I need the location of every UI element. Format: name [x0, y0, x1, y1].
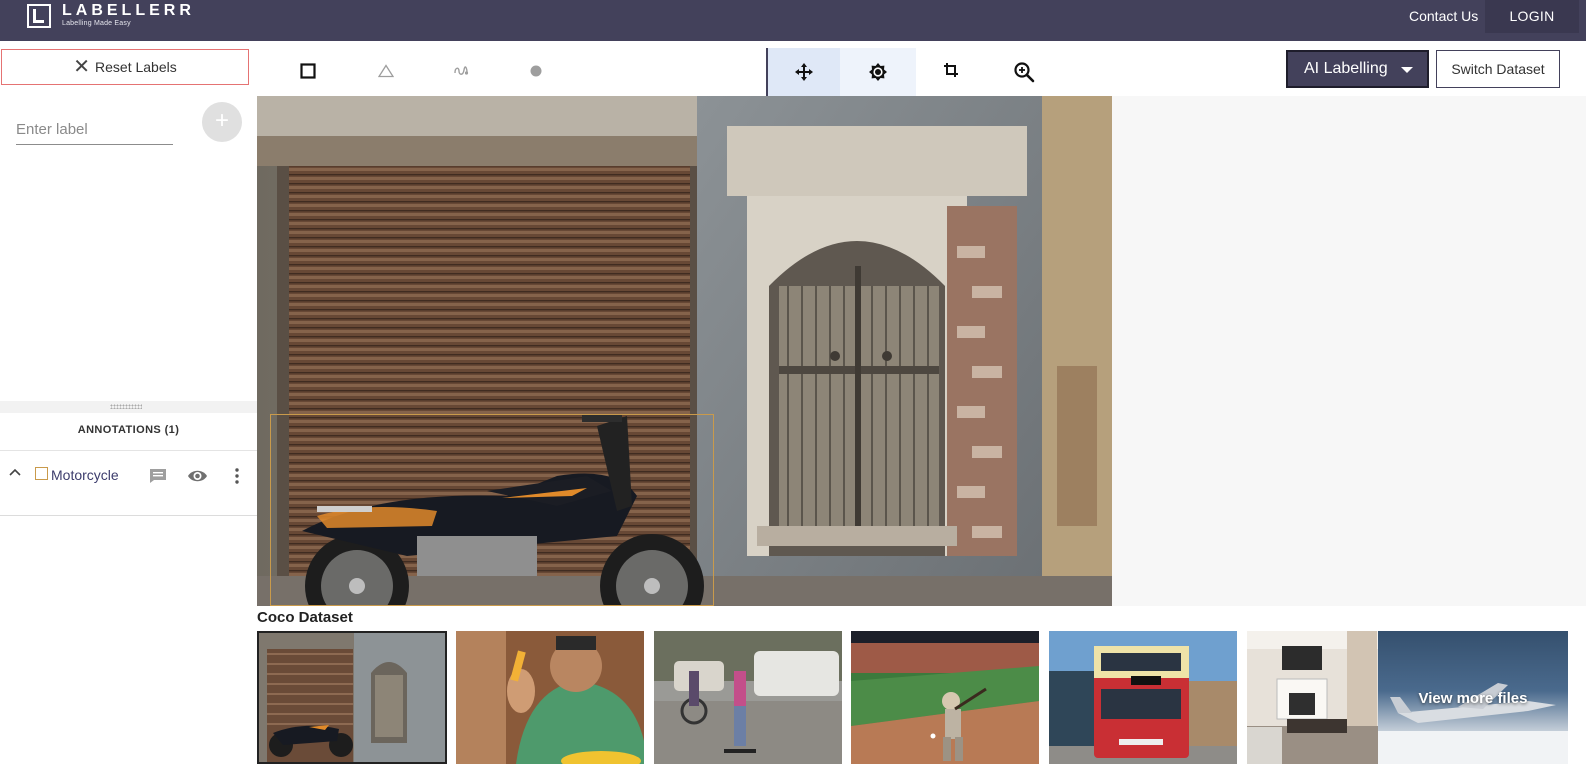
- brand-name: LABELLERR: [62, 2, 195, 19]
- ai-labelling-label: AI Labelling: [1304, 60, 1388, 77]
- ai-labelling-button[interactable]: AI Labelling: [1286, 50, 1429, 88]
- triangle-icon: [378, 64, 394, 78]
- zoom-tool[interactable]: [1006, 54, 1042, 90]
- reset-labels-label: Reset Labels: [95, 59, 177, 75]
- view-more-files-tile[interactable]: View more files: [1378, 631, 1568, 764]
- thumbnail-storefront-motorcycle[interactable]: [257, 631, 447, 764]
- plus-icon: +: [214, 107, 229, 134]
- contact-us-link[interactable]: Contact Us: [1409, 0, 1478, 41]
- annotation-label: Motorcycle: [51, 467, 119, 483]
- polygon-tool[interactable]: [370, 55, 402, 87]
- freehand-icon: [454, 66, 469, 75]
- add-label-button[interactable]: +: [202, 102, 242, 142]
- annotations-header: ANNOTATIONS (1): [0, 413, 257, 451]
- panel-resize-handle[interactable]: [0, 401, 257, 413]
- eye-icon[interactable]: [187, 468, 208, 484]
- thumbnail-street-skateboard[interactable]: [654, 631, 842, 764]
- thumbnail-baseball-batter[interactable]: [851, 631, 1039, 764]
- move-icon: [795, 63, 813, 81]
- move-tool[interactable]: [768, 48, 840, 96]
- comment-icon[interactable]: [149, 468, 167, 484]
- label-input[interactable]: [16, 114, 173, 145]
- caret-down-icon: [1401, 67, 1413, 73]
- brand-tagline: Labelling Made Easy: [62, 20, 131, 27]
- brightness-tool[interactable]: [840, 48, 916, 96]
- close-icon: ✕: [73, 56, 91, 78]
- freehand-tool[interactable]: [445, 55, 477, 87]
- login-button[interactable]: LOGIN: [1485, 0, 1579, 33]
- crop-tool[interactable]: [933, 52, 969, 88]
- square-icon: [300, 63, 316, 79]
- crop-icon: [944, 63, 958, 77]
- top-navbar: LABELLERR Labelling Made Easy Contact Us…: [0, 0, 1586, 41]
- bounding-box-tool[interactable]: [292, 55, 324, 87]
- switch-dataset-button[interactable]: Switch Dataset: [1436, 50, 1560, 88]
- point-tool[interactable]: [520, 55, 552, 87]
- view-more-files-label: View more files: [1418, 690, 1528, 707]
- chevron-up-icon[interactable]: [8, 465, 22, 479]
- more-vert-icon[interactable]: [231, 467, 243, 485]
- grip-icon: [110, 404, 142, 409]
- reset-labels-button[interactable]: ✕ Reset Labels: [1, 49, 249, 85]
- annotation-color-swatch: [35, 467, 48, 480]
- thumbnail-image: [654, 631, 842, 764]
- motorcycle-bounding-box[interactable]: [270, 414, 714, 606]
- zoom-in-icon: [1014, 62, 1035, 83]
- annotation-item[interactable]: Motorcycle: [0, 451, 257, 516]
- thumbnail-double-decker-bus[interactable]: [1049, 631, 1237, 764]
- dataset-title: Coco Dataset: [257, 609, 353, 626]
- thumbnail-man-eating[interactable]: [456, 631, 644, 764]
- brightness-icon: [869, 63, 887, 81]
- thumbnail-image: [1049, 631, 1237, 764]
- thumbnail-image: [259, 633, 445, 762]
- thumbnail-image: [851, 631, 1039, 764]
- logo-icon: [27, 4, 51, 28]
- dot-icon: [530, 65, 542, 77]
- thumbnail-image: [456, 631, 644, 764]
- labellerr-logo[interactable]: LABELLERR Labelling Made Easy: [27, 3, 195, 29]
